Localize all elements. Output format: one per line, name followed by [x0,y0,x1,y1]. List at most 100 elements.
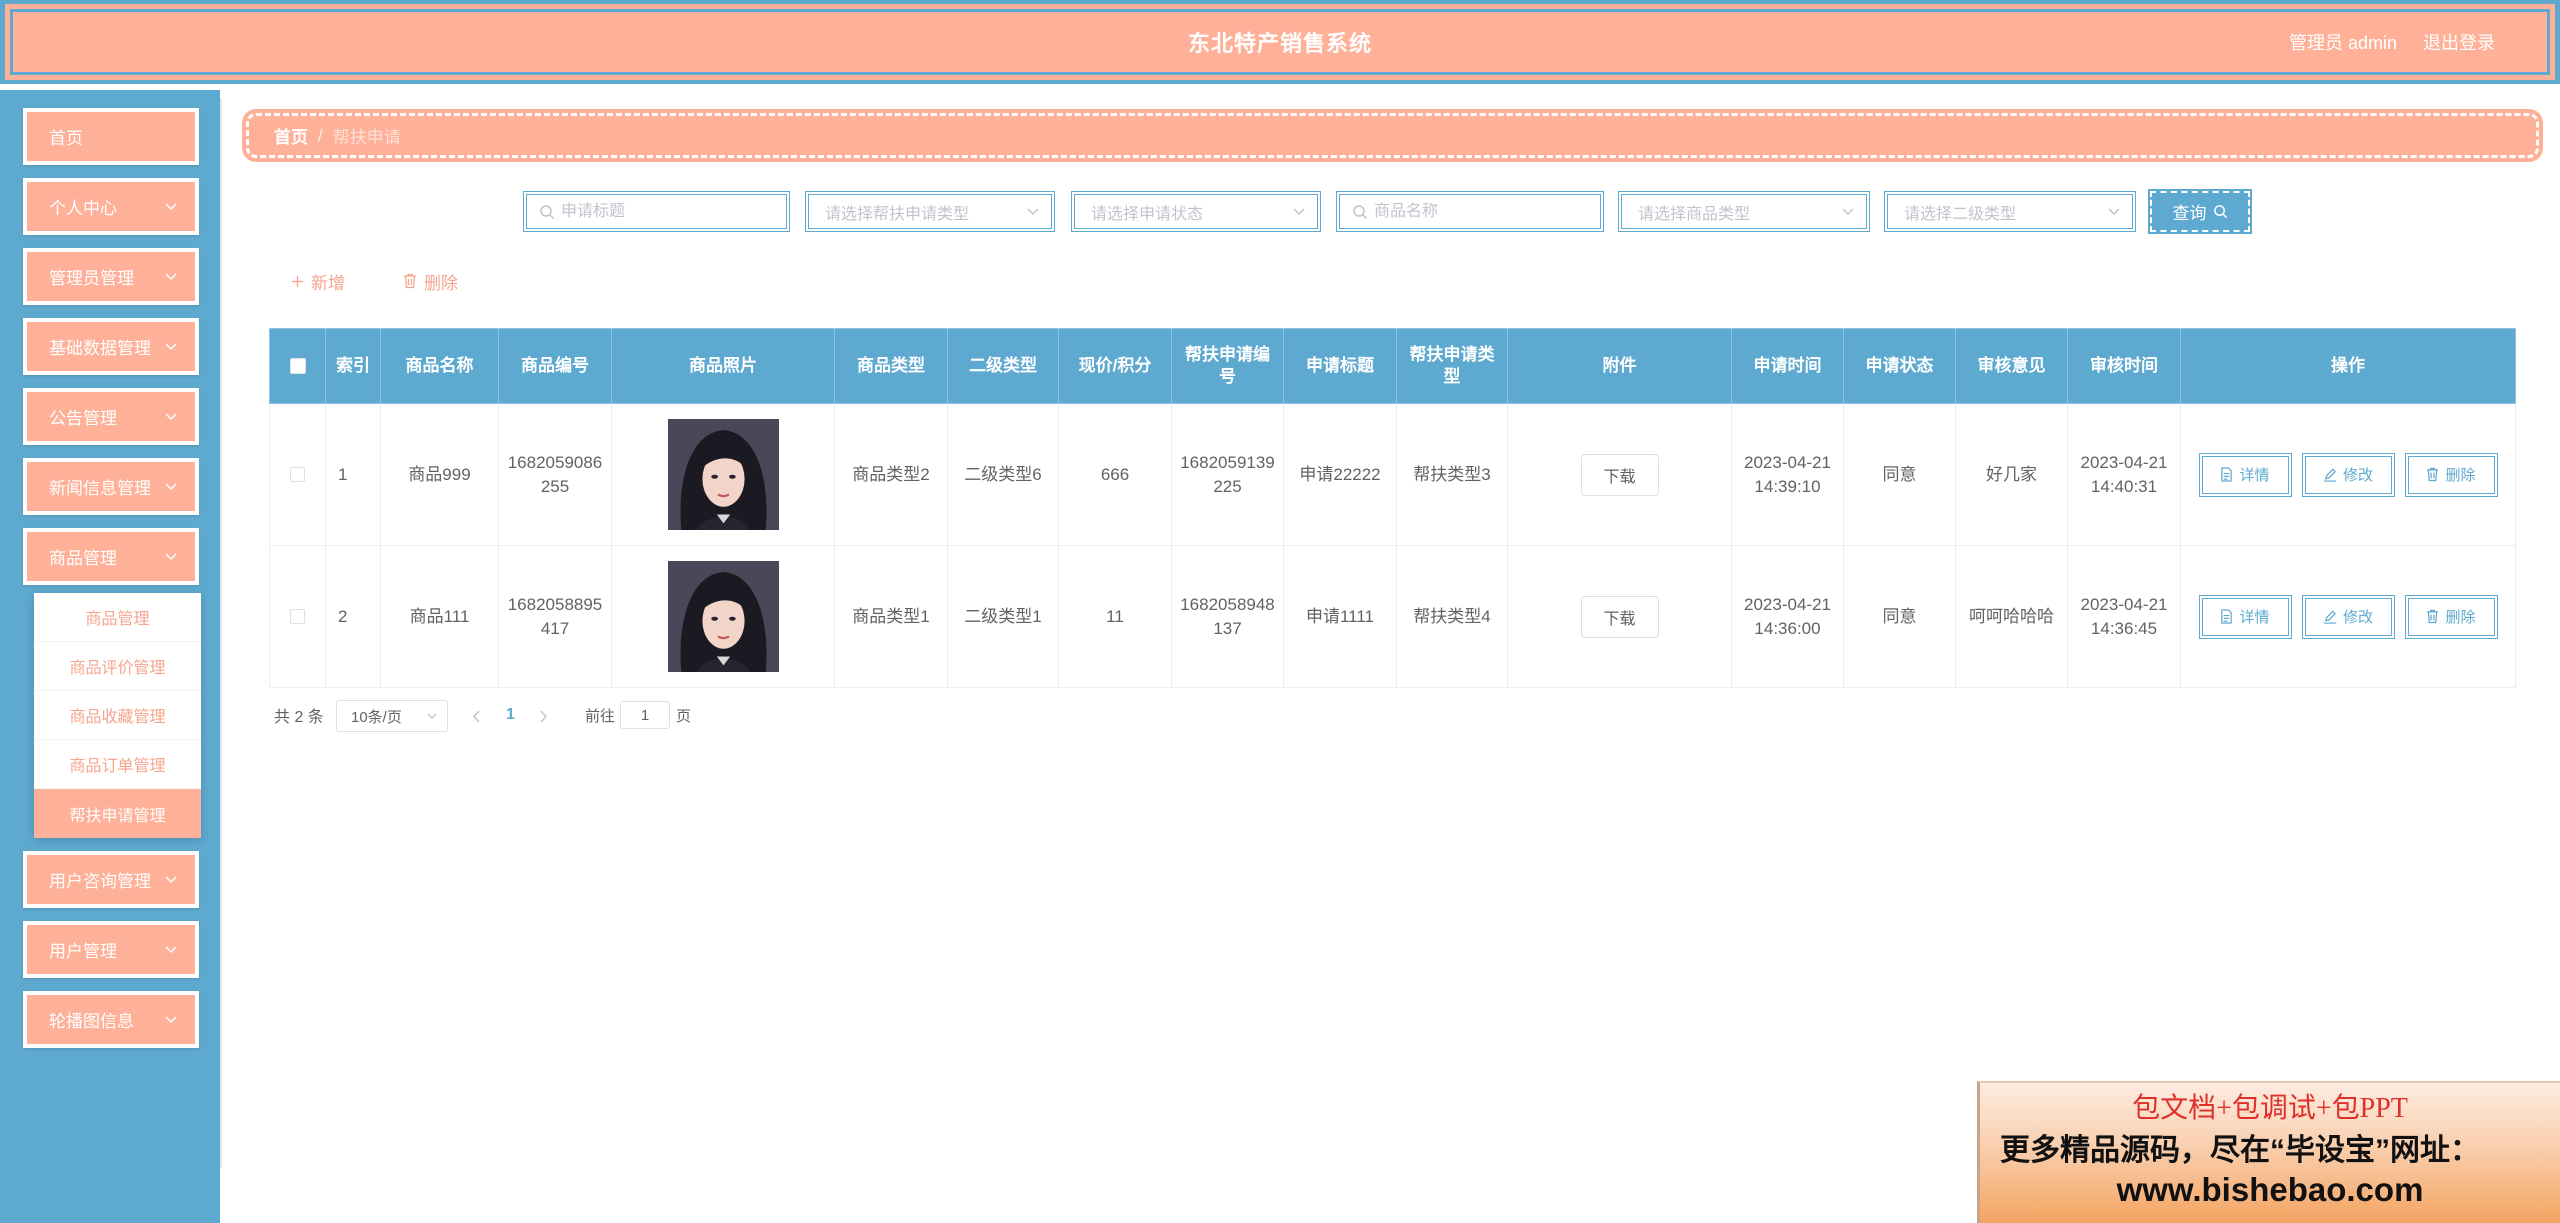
submenu-item-product-favorite[interactable]: 商品收藏管理 [34,691,201,740]
document-icon [2220,467,2233,482]
sidebar-item-label: 轮播图信息 [49,1012,134,1031]
delete-button[interactable]: 删除 [2404,452,2498,497]
chevron-down-icon [165,412,177,421]
download-button[interactable]: 下载 [1580,453,1659,496]
add-button[interactable]: 新增 [291,268,345,294]
sidebar-item-base-data[interactable]: 基础数据管理 [23,318,199,375]
chevron-down-icon [165,202,177,211]
column-header: 索引 [325,328,381,404]
sidebar-item-user-consult[interactable]: 用户咨询管理 [23,851,199,908]
delete-button-label: 删除 [2445,467,2476,484]
sidebar-item-users[interactable]: 用户管理 [23,921,199,978]
chevron-down-icon [2108,207,2120,216]
current-user: 管理员 admin [2288,33,2397,53]
product-name-input[interactable] [1374,195,1600,228]
sidebar-item-personal-center[interactable]: 个人中心 [23,178,199,235]
row-checkbox[interactable] [290,467,305,482]
sidebar-item-label: 商品管理 [49,549,117,568]
sidebar-item-news[interactable]: 新闻信息管理 [23,458,199,515]
search-button[interactable]: 查询 [2148,189,2252,234]
column-header: 审核意见 [1955,328,2068,404]
chevron-down-icon [165,342,177,351]
product-photo[interactable] [667,419,779,530]
apply-title-search-field[interactable] [523,191,790,232]
chevron-right-icon [539,709,548,723]
submenu-item-product-manage[interactable]: 商品管理 [34,593,201,642]
sidebar-item-notice[interactable]: 公告管理 [23,388,199,445]
help-type-select-placeholder: 请选择帮扶申请类型 [825,205,970,223]
edit-button[interactable]: 修改 [2301,594,2395,639]
sidebar-item-label: 首页 [49,129,83,148]
row-checkbox[interactable] [290,609,305,624]
delete-button[interactable]: 删除 [2404,594,2498,639]
apply-status-select[interactable]: 请选择申请状态 [1071,191,1321,232]
cell-apply-title: 申请22222 [1283,403,1397,546]
next-page-button[interactable] [539,705,548,727]
add-button-label: 新增 [311,273,345,293]
search-button-label: 查询 [2172,204,2207,223]
detail-button-label: 详情 [2239,609,2270,626]
select-all-checkbox[interactable] [289,358,306,374]
sidebar-item-products[interactable]: 商品管理 [23,528,199,585]
document-icon [2220,609,2233,624]
cell-review-opinion: 呵呵哈哈哈 [1955,545,2068,688]
batch-delete-button[interactable]: 删除 [403,268,458,294]
detail-button[interactable]: 详情 [2198,452,2292,497]
sidebar-item-label: 新闻信息管理 [49,479,151,498]
page-number-current[interactable]: 1 [506,702,515,728]
cell-apply-type: 帮扶类型3 [1396,403,1508,546]
promo-text: 更多精品源码，尽在“毕设宝”网址： [2000,1134,2480,1167]
download-button[interactable]: 下载 [1580,595,1659,638]
cell-product-code: 1682059086255 [498,403,612,546]
row-operations: 详情 修改 删除 [2187,594,2509,639]
apply-title-input[interactable] [561,195,786,228]
prev-page-button[interactable] [472,705,481,727]
cell-product-name: 商品111 [380,545,499,688]
chevron-down-icon [165,1015,177,1024]
column-header: 附件 [1507,328,1732,404]
sidebar-item-label: 用户管理 [49,942,117,961]
page-size-select[interactable]: 10条/页 [336,700,448,732]
chevron-down-icon [165,272,177,281]
cell-apply-code: 1682058948137 [1171,545,1284,688]
cell-apply-type: 帮扶类型4 [1396,545,1508,688]
top-header: 东北特产销售系统 管理员 admin 退出登录 [0,0,2560,84]
submenu-item-product-review[interactable]: 商品评价管理 [34,642,201,691]
cell-apply-time: 2023-04-21 14:39:10 [1731,403,1844,546]
help-type-select[interactable]: 请选择帮扶申请类型 [805,191,1055,232]
logout-link[interactable]: 退出登录 [2423,29,2495,55]
cell-review-time: 2023-04-21 14:36:45 [2067,545,2181,688]
promo-watermark: 包文档+包调试+包PPT 更多精品源码，尽在“毕设宝”网址： www.bishe… [1977,1081,2560,1223]
sidebar-item-home[interactable]: 首页 [23,108,199,165]
product-photo[interactable] [667,561,779,672]
detail-button[interactable]: 详情 [2198,594,2292,639]
column-header: 申请时间 [1731,328,1844,404]
cell-apply-title: 申请1111 [1283,545,1397,688]
cell-product-photo [611,545,835,688]
cell-apply-code: 1682059139225 [1171,403,1284,546]
submenu-item-help-apply[interactable]: 帮扶申请管理 [34,789,201,838]
goto-page-input[interactable] [620,701,670,729]
edit-button[interactable]: 修改 [2301,452,2395,497]
product-type-select-placeholder: 请选择商品类型 [1638,205,1751,223]
trash-icon [2426,467,2439,482]
breadcrumb-home[interactable]: 首页 [274,123,308,148]
chevron-down-icon [1842,207,1854,216]
sidebar: 首页 个人中心 管理员管理 基础数据管理 公告管理 新闻信息管理 商品管理 商品… [0,90,220,1223]
cell-product-name: 商品999 [380,403,499,546]
table-header-row: 索引 商品名称 商品编号 商品照片 商品类型 二级类型 现价/积分 帮扶申请编号… [269,328,2516,404]
search-icon [539,204,555,220]
sub-type-select[interactable]: 请选择二级类型 [1884,191,2136,232]
column-header: 申请状态 [1843,328,1956,404]
promo-tagline: 包文档+包调试+包PPT [2132,1093,2408,1124]
cell-attachment: 下载 [1507,545,1732,688]
goto-label: 前往 [585,707,616,725]
product-name-search-field[interactable] [1336,191,1604,232]
edit-icon [2323,468,2337,482]
submenu-item-product-order[interactable]: 商品订单管理 [34,740,201,789]
sidebar-item-admin[interactable]: 管理员管理 [23,248,199,305]
sidebar-item-carousel[interactable]: 轮播图信息 [23,991,199,1048]
product-type-select[interactable]: 请选择商品类型 [1618,191,1870,232]
cell-index: 1 [325,403,381,546]
chevron-left-icon [472,709,481,723]
